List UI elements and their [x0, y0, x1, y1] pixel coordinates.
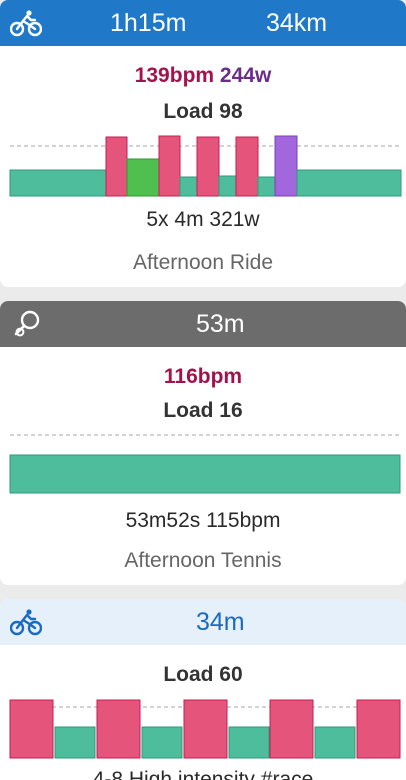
zone-bar [274, 135, 298, 197]
zone-bar [218, 175, 237, 197]
card-header: 34m [0, 599, 406, 645]
zone-bar [126, 158, 160, 197]
zone-bar [183, 699, 228, 759]
activity-summary: 53m52s 115bpm [125, 509, 281, 532]
heart-rate: 116bpm [163, 365, 243, 388]
interval-chart [0, 697, 406, 761]
bike-icon [10, 10, 42, 37]
zone-bar [356, 699, 401, 759]
duration: 34m [196, 608, 245, 636]
zone-bar [9, 454, 401, 494]
interval-chart [0, 431, 406, 495]
activity-card-ride-2[interactable]: 34m Load 60 4-8 High intensity #race [0, 599, 406, 780]
zone-bar [9, 699, 54, 759]
activity-card-tennis[interactable]: 53m 116bpm Load 16 53m52s 115bpm Afterno… [0, 301, 406, 585]
bike-icon [10, 609, 42, 636]
power: 244w [219, 64, 272, 87]
training-load: Load 16 [163, 399, 243, 422]
zone-bar [314, 726, 356, 759]
zone-bar [105, 136, 128, 197]
zone-bar [235, 136, 259, 197]
interval-summary: 5x 4m 321w [146, 208, 260, 231]
racket-icon [14, 310, 40, 337]
zone-bar [269, 699, 314, 759]
duration: 1h15m [110, 9, 187, 37]
activity-title: 4-8 High intensity #race [92, 768, 314, 780]
zone-bar [257, 176, 276, 197]
zone-bar [54, 726, 96, 759]
training-load: Load 60 [163, 663, 243, 686]
zone-bar [9, 169, 107, 197]
zone-bar [196, 136, 220, 197]
duration: 53m [196, 310, 245, 338]
training-load: Load 98 [163, 100, 243, 123]
interval-chart [0, 134, 406, 198]
hr-power-line: 139bpm 244w [0, 64, 406, 88]
activity-card-ride[interactable]: 1h15m 34km 139bpm 244w Load 98 5x 4m 321… [0, 0, 406, 287]
zone-bar [141, 726, 183, 759]
activity-title: Afternoon Tennis [124, 549, 282, 572]
distance: 34km [266, 9, 328, 37]
zone-bar [179, 176, 198, 197]
zone-bar [96, 699, 141, 759]
heart-rate: 139bpm [134, 64, 215, 87]
activity-title: Afternoon Ride [132, 251, 274, 274]
zone-bar [158, 135, 181, 197]
zone-bar [228, 726, 270, 759]
card-header: 53m [0, 301, 406, 347]
card-header: 1h15m 34km [0, 0, 406, 46]
activity-feed: 1h15m 34km 139bpm 244w Load 98 5x 4m 321… [0, 0, 406, 780]
zone-bar [296, 169, 402, 197]
